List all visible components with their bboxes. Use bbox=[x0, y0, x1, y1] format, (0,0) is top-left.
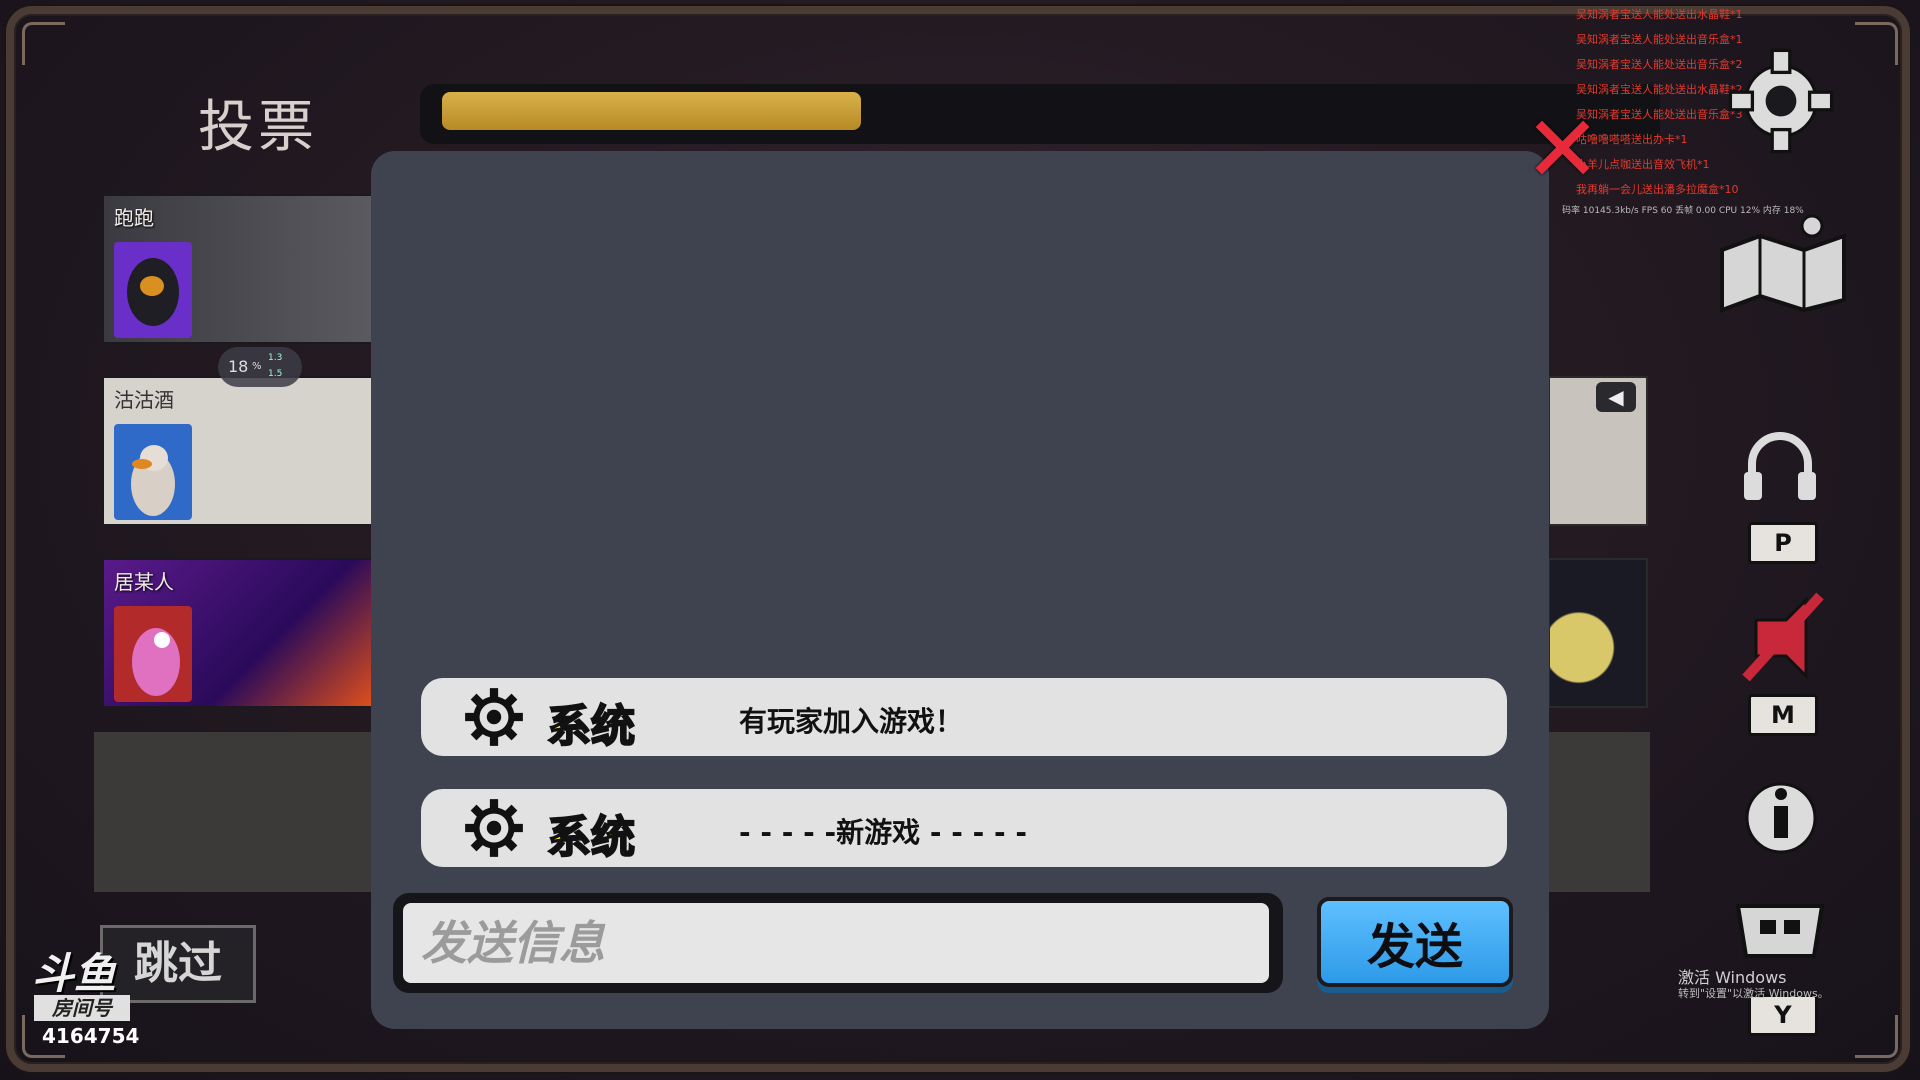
message-text: 有玩家加入游戏！ bbox=[739, 705, 964, 738]
chat-message: 系统 - - - - -新游戏 - - - - - bbox=[421, 789, 1507, 867]
player-avatar bbox=[114, 606, 192, 702]
player-avatar bbox=[114, 424, 192, 520]
network-percent: 18 bbox=[228, 357, 249, 376]
vote-timer-bar bbox=[420, 84, 1660, 144]
headphones-icon[interactable] bbox=[1740, 428, 1820, 504]
megaphone-icon: ◀ bbox=[1596, 382, 1636, 412]
tasks-icon[interactable] bbox=[1732, 900, 1828, 962]
network-up: 1.3 bbox=[268, 353, 283, 363]
room-number: 4164754 bbox=[42, 1024, 140, 1048]
player-name: 跑跑 bbox=[114, 206, 154, 230]
vote-timer-fill bbox=[442, 92, 861, 130]
player-card-edge: ◀ bbox=[1548, 376, 1648, 526]
frame-corner-decoration bbox=[1855, 22, 1898, 65]
room-label: 房间号 bbox=[34, 995, 130, 1021]
message-text: - - - - -新游戏 - - - - - bbox=[739, 816, 1027, 849]
mute-key-badge: M bbox=[1748, 694, 1818, 736]
feed-line: 我再躺一会儿送出潘多拉魔盒*10 bbox=[1576, 183, 1739, 196]
chat-input[interactable] bbox=[403, 903, 1269, 983]
douyu-logo: 斗鱼 bbox=[32, 949, 117, 998]
feed-line: 吴知涡者宝送人能处送出水晶鞋*1 bbox=[1576, 8, 1743, 21]
message-sender: 系统 bbox=[546, 700, 636, 753]
chat-message: 系统 有玩家加入游戏！ bbox=[421, 678, 1507, 756]
skip-vote-button[interactable]: 跳过 bbox=[100, 925, 256, 1003]
player-avatar bbox=[114, 242, 192, 338]
player-card[interactable]: 沽沽酒 bbox=[102, 376, 376, 526]
gear-icon bbox=[465, 799, 523, 857]
gear-icon bbox=[465, 688, 523, 746]
player-card[interactable]: 居某人 bbox=[102, 558, 376, 708]
chat-input-frame bbox=[393, 893, 1283, 993]
frame-corner-decoration bbox=[1855, 1015, 1898, 1058]
player-card-edge bbox=[1548, 558, 1648, 708]
map-icon[interactable] bbox=[1716, 210, 1850, 314]
send-button[interactable]: 发送 bbox=[1317, 897, 1513, 987]
windows-activation-hint: 转到"设置"以激活 Windows。 bbox=[1678, 987, 1829, 1000]
network-badge: 18 % 1.3 1.5 bbox=[218, 347, 302, 387]
message-sender: 系统 bbox=[546, 811, 636, 864]
network-down: 1.5 bbox=[268, 369, 283, 379]
chat-dialog: 系统 有玩家加入游戏！ 系统 - - - - -新游戏 - - - - - 发送 bbox=[371, 151, 1549, 1029]
settings-gear-icon[interactable] bbox=[1726, 46, 1836, 156]
mic-key-badge: P bbox=[1748, 522, 1818, 564]
page-title: 投票 bbox=[198, 95, 318, 160]
player-name: 沽沽酒 bbox=[114, 388, 174, 412]
mute-icon[interactable] bbox=[1736, 590, 1828, 686]
frame-corner-decoration bbox=[22, 22, 65, 65]
player-card[interactable]: 跑跑 bbox=[102, 194, 376, 344]
info-icon[interactable] bbox=[1742, 774, 1820, 856]
player-name: 居某人 bbox=[114, 570, 174, 594]
network-percent-unit: % bbox=[252, 361, 262, 372]
